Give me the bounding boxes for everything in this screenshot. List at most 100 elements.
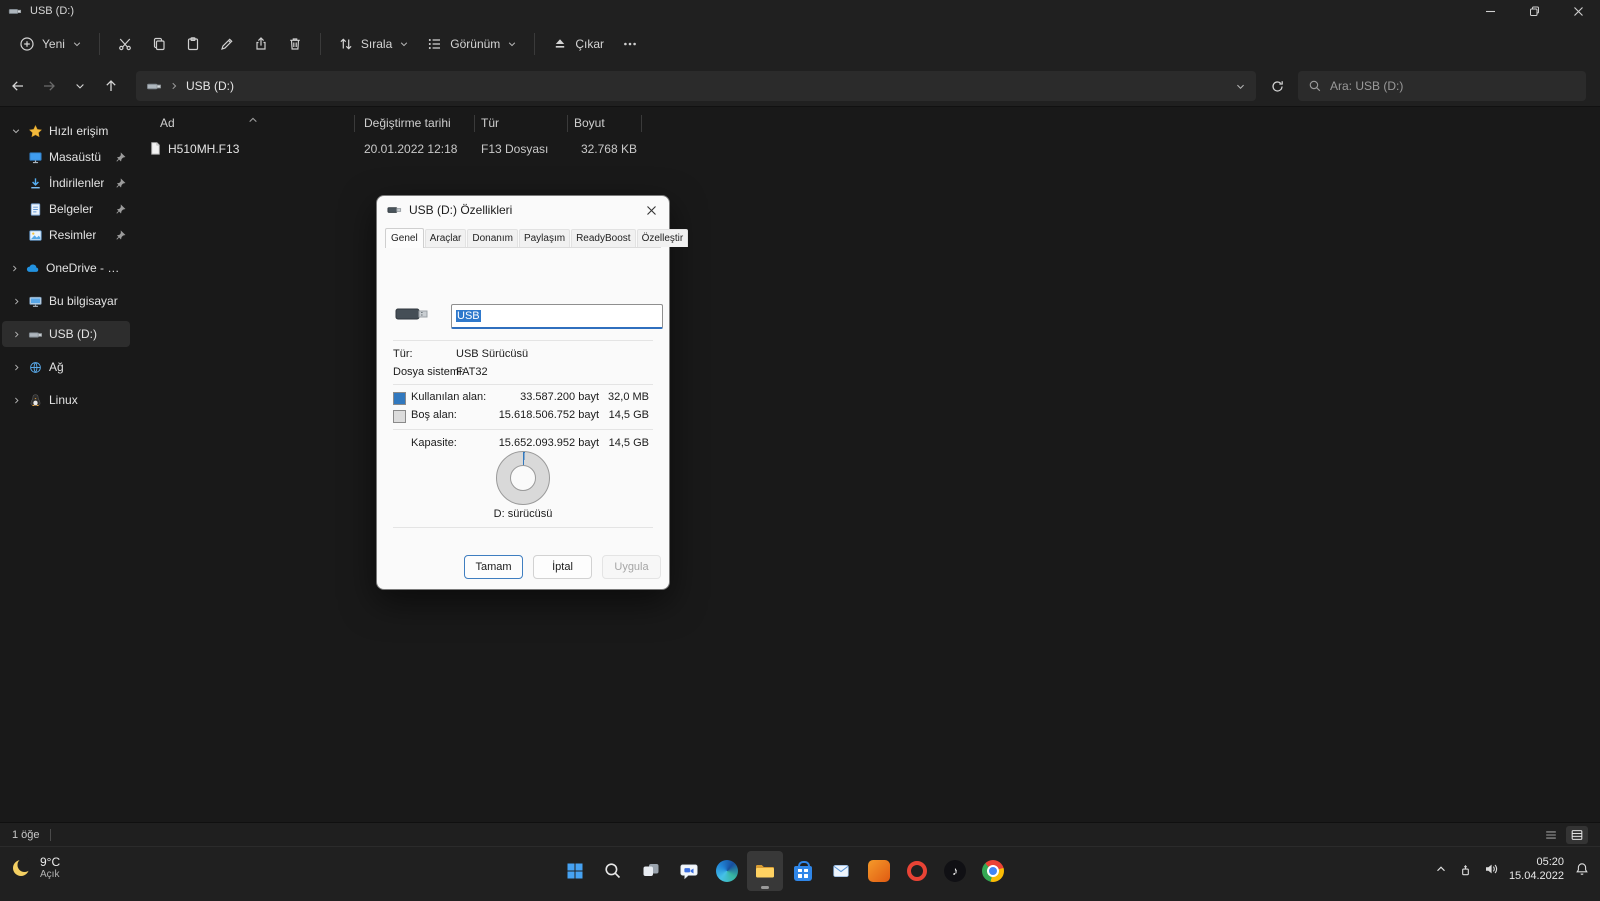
capacity-bytes: 15.652.093.952 bayt [498, 437, 599, 449]
cancel-button[interactable]: İptal [533, 555, 592, 579]
refresh-button[interactable] [1264, 73, 1290, 99]
chevron-down-icon[interactable] [10, 126, 22, 136]
sidebar-item-onedrive[interactable]: OneDrive - Personal [2, 255, 130, 281]
ok-button[interactable]: Tamam [464, 555, 523, 579]
more-options-button[interactable] [613, 29, 647, 59]
store-button[interactable] [785, 851, 821, 891]
tab-tools[interactable]: Araçlar [424, 229, 467, 247]
back-button[interactable] [5, 73, 31, 99]
sidebar-item-linux[interactable]: Linux [2, 387, 130, 413]
minimize-button[interactable] [1468, 0, 1512, 22]
sidebar-item-this-pc[interactable]: Bu bilgisayar [2, 288, 130, 314]
rename-button[interactable] [210, 29, 244, 59]
volume-icon[interactable] [1483, 861, 1499, 877]
file-icon [148, 141, 163, 156]
chevron-right-icon[interactable] [10, 363, 22, 372]
dialog-tabs: Genel Araçlar Donanım Paylaşım ReadyBoos… [385, 226, 689, 248]
view-button-label: Görünüm [450, 37, 501, 51]
new-button-label: Yeni [42, 37, 65, 51]
weather-widget[interactable]: 9°C Açık [10, 855, 60, 881]
sidebar-item-desktop[interactable]: Masaüstü [2, 144, 130, 170]
column-divider[interactable] [474, 115, 475, 132]
linux-penguin-icon [28, 393, 43, 408]
app-red-button[interactable] [899, 851, 935, 891]
app-orange-button[interactable] [861, 851, 897, 891]
column-divider[interactable] [354, 115, 355, 132]
sidebar-item-quick-access[interactable]: Hızlı erişim [2, 118, 130, 144]
tab-readyboost[interactable]: ReadyBoost [571, 229, 636, 247]
paste-button[interactable] [176, 29, 210, 59]
column-size[interactable]: Boyut [574, 116, 605, 130]
downloads-icon [28, 176, 43, 191]
chevron-right-icon[interactable] [10, 330, 22, 339]
address-bar[interactable]: USB (D:) [136, 71, 1256, 101]
view-button[interactable]: Görünüm [418, 29, 526, 59]
new-button[interactable]: Yeni [10, 29, 91, 59]
file-row[interactable]: H510MH.F13 20.01.2022 12:18 F13 Dosyası … [144, 138, 1592, 160]
taskbar: 9°C Açık ♪ 05:20 15.04.2022 [0, 846, 1600, 901]
window-title: USB (D:) [30, 5, 74, 17]
column-divider[interactable] [567, 115, 568, 132]
share-button[interactable] [244, 29, 278, 59]
eject-button[interactable]: Çıkar [543, 29, 613, 59]
tab-general[interactable]: Genel [385, 228, 424, 248]
network-globe-icon [28, 360, 43, 375]
chevron-right-icon [169, 81, 179, 91]
details-view-button[interactable] [1566, 826, 1588, 844]
volume-label-selected-text: USB [456, 310, 481, 322]
cut-button[interactable] [108, 29, 142, 59]
address-dropdown-icon[interactable] [1235, 81, 1246, 92]
column-name[interactable]: Ad [160, 116, 175, 130]
address-drive-icon [146, 78, 162, 94]
sidebar-item-network[interactable]: Ağ [2, 354, 130, 380]
list-view-button[interactable] [1540, 826, 1562, 844]
column-modified[interactable]: Değiştirme tarihi [364, 116, 451, 130]
safely-remove-hardware-icon[interactable] [1458, 862, 1473, 877]
search-button[interactable] [595, 851, 631, 891]
file-name[interactable]: H510MH.F13 [168, 142, 239, 156]
edge-button[interactable] [709, 851, 745, 891]
sort-button[interactable]: Sırala [329, 29, 418, 59]
window-titlebar: USB (D:) [0, 0, 1600, 22]
close-button[interactable] [1556, 0, 1600, 22]
mail-button[interactable] [823, 851, 859, 891]
start-button[interactable] [557, 851, 593, 891]
column-divider[interactable] [641, 115, 642, 132]
notifications-bell-icon[interactable] [1574, 861, 1590, 877]
copy-button[interactable] [142, 29, 176, 59]
tab-customize[interactable]: Özelleştir [636, 229, 689, 247]
view-list-icon [427, 36, 443, 52]
breadcrumb[interactable]: USB (D:) [186, 79, 234, 93]
column-type[interactable]: Tür [481, 116, 499, 130]
chrome-button[interactable] [975, 851, 1011, 891]
volume-label-input[interactable]: USB [451, 304, 663, 329]
tab-hardware[interactable]: Donanım [467, 229, 518, 247]
sidebar-item-pictures[interactable]: Resimler [2, 222, 130, 248]
window-usb-drive-icon [8, 4, 22, 18]
dialog-close-button[interactable] [639, 199, 663, 221]
file-explorer-button[interactable] [747, 851, 783, 891]
sidebar-item-downloads[interactable]: İndirilenler [2, 170, 130, 196]
delete-button[interactable] [278, 29, 312, 59]
search-input[interactable]: Ara: USB (D:) [1298, 71, 1586, 101]
tiktok-button[interactable]: ♪ [937, 851, 973, 891]
recent-locations-button[interactable] [67, 73, 93, 99]
task-view-button[interactable] [633, 851, 669, 891]
chevron-right-icon[interactable] [10, 264, 19, 273]
forward-button[interactable] [36, 73, 62, 99]
sidebar-item-usb-drive[interactable]: USB (D:) [2, 321, 130, 347]
maximize-restore-button[interactable] [1512, 0, 1556, 22]
up-button[interactable] [98, 73, 124, 99]
chevron-right-icon[interactable] [10, 297, 22, 306]
clock-time: 05:20 [1536, 856, 1564, 868]
tab-sharing[interactable]: Paylaşım [518, 229, 571, 247]
show-hidden-icons-button[interactable] [1434, 862, 1448, 876]
chevron-right-icon[interactable] [10, 396, 22, 405]
sidebar-item-documents[interactable]: Belgeler [2, 196, 130, 222]
search-icon [1308, 79, 1322, 93]
clock[interactable]: 05:20 15.04.2022 [1509, 855, 1564, 883]
chevron-down-icon [507, 39, 517, 49]
chat-button[interactable] [671, 851, 707, 891]
folder-icon [754, 860, 776, 882]
properties-dialog: USB (D:) Özellikleri Genel Araçlar Donan… [376, 195, 689, 590]
